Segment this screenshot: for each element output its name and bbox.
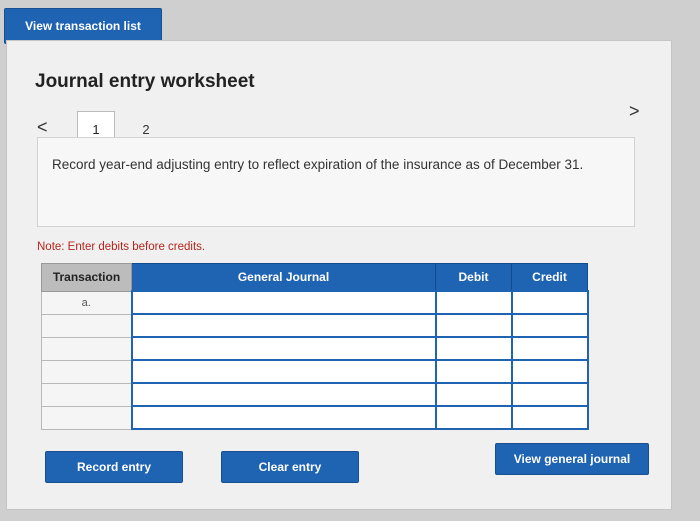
credit-input[interactable] — [510, 405, 589, 430]
journal-entry-worksheet-panel: Journal entry worksheet < 1 2 > Record y… — [6, 40, 672, 510]
debit-input[interactable] — [434, 405, 513, 430]
table-row — [41, 336, 589, 361]
account-input[interactable] — [130, 313, 437, 338]
view-transaction-list-button[interactable]: View transaction list — [4, 8, 162, 44]
note-text: Note: Enter debits before credits. — [37, 241, 206, 253]
credit-input[interactable] — [510, 359, 589, 384]
transaction-cell — [41, 405, 132, 430]
account-input[interactable] — [130, 359, 437, 384]
debit-input[interactable] — [434, 359, 513, 384]
instruction-box: Record year-end adjusting entry to refle… — [37, 137, 635, 227]
view-general-journal-button[interactable]: View general journal — [495, 443, 649, 475]
account-input[interactable] — [130, 382, 437, 407]
chevron-left-icon[interactable]: < — [37, 117, 48, 138]
credit-input[interactable] — [510, 290, 589, 315]
instruction-text: Record year-end adjusting entry to refle… — [52, 157, 584, 172]
table-header-row: Transaction General Journal Debit Credit — [41, 263, 588, 292]
table-row: a. — [41, 290, 589, 315]
table-row — [41, 359, 589, 384]
clear-entry-button[interactable]: Clear entry — [221, 451, 359, 483]
transaction-cell — [41, 336, 132, 361]
general-journal-header: General Journal — [131, 263, 436, 292]
credit-input[interactable] — [510, 382, 589, 407]
table-row — [41, 313, 589, 338]
transaction-cell — [41, 382, 132, 407]
account-input[interactable] — [130, 336, 437, 361]
transaction-cell — [41, 359, 132, 384]
account-input[interactable] — [130, 290, 437, 315]
transaction-cell — [41, 313, 132, 338]
debit-header: Debit — [435, 263, 512, 292]
account-input[interactable] — [130, 405, 437, 430]
credit-input[interactable] — [510, 313, 589, 338]
worksheet-title: Journal entry worksheet — [35, 71, 255, 92]
table-row — [41, 405, 589, 430]
credit-input[interactable] — [510, 336, 589, 361]
table-row — [41, 382, 589, 407]
record-entry-button[interactable]: Record entry — [45, 451, 183, 483]
journal-table: Transaction General Journal Debit Credit… — [41, 263, 589, 430]
debit-input[interactable] — [434, 290, 513, 315]
transaction-header: Transaction — [41, 263, 132, 292]
chevron-right-icon[interactable]: > — [629, 101, 640, 122]
transaction-cell: a. — [41, 290, 132, 315]
credit-header: Credit — [511, 263, 588, 292]
debit-input[interactable] — [434, 382, 513, 407]
debit-input[interactable] — [434, 313, 513, 338]
debit-input[interactable] — [434, 336, 513, 361]
